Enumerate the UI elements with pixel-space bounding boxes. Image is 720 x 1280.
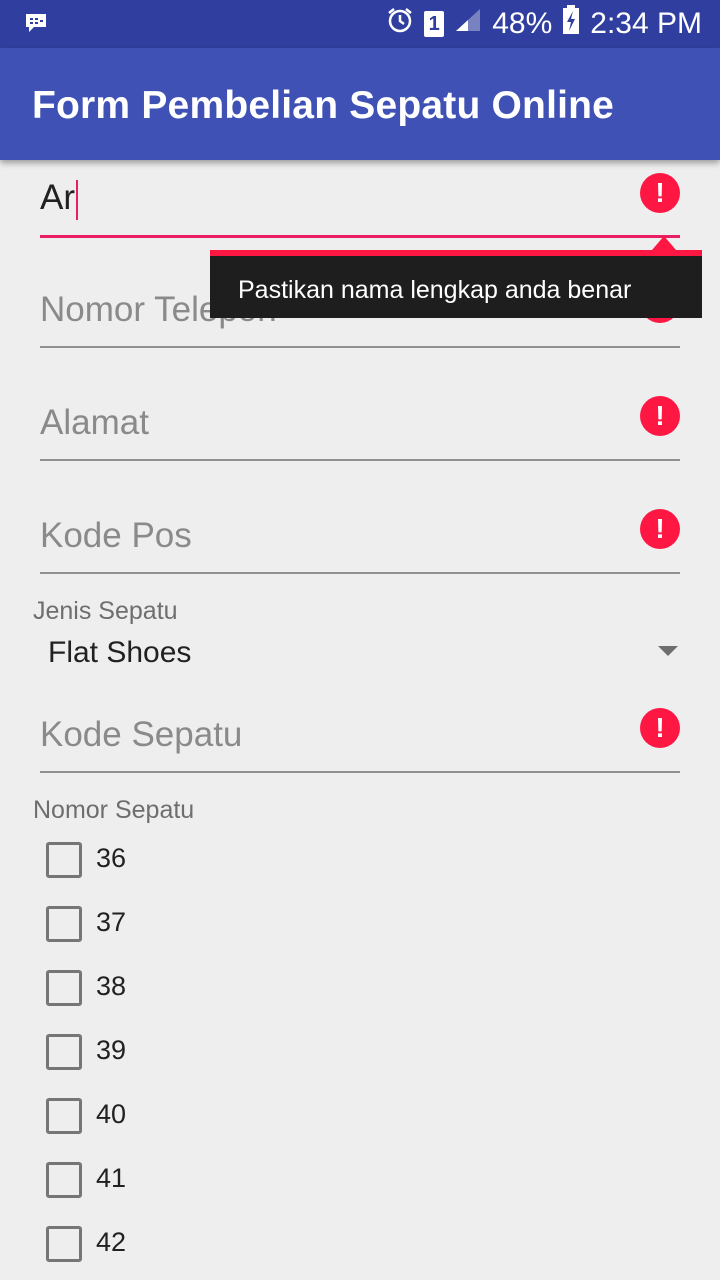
error-icon[interactable]: !	[640, 396, 680, 436]
name-field[interactable]: Ar !	[40, 168, 680, 238]
field-underline	[40, 771, 680, 773]
shoe-type-label: Jenis Sepatu	[33, 597, 178, 625]
address-field[interactable]: Alamat !	[40, 391, 680, 461]
alarm-icon	[386, 6, 414, 42]
postal-code-field[interactable]: Kode Pos !	[40, 504, 680, 574]
shoe-type-selected[interactable]: Flat Shoes	[48, 636, 191, 670]
field-underline	[40, 459, 680, 461]
checkbox-label[interactable]: 39	[96, 1035, 126, 1066]
shoe-size-checkbox[interactable]: 41	[46, 1158, 346, 1202]
checkbox[interactable]	[46, 970, 82, 1006]
shoe-code-field[interactable]: Kode Sepatu !	[40, 703, 680, 773]
status-bar: 1 48% 2:34 PM	[0, 0, 720, 48]
field-underline	[40, 346, 680, 348]
field-underline	[40, 572, 680, 574]
shoe-size-checkbox[interactable]: 39	[46, 1030, 346, 1074]
shoe-size-checkbox[interactable]: 40	[46, 1094, 346, 1138]
checkbox[interactable]	[46, 906, 82, 942]
dropdown-arrow-icon[interactable]	[658, 646, 678, 656]
shoe-size-checkbox[interactable]: 36	[46, 838, 346, 882]
checkbox-label[interactable]: 42	[96, 1227, 126, 1258]
checkbox[interactable]	[46, 1034, 82, 1070]
checkbox-label[interactable]: 36	[96, 843, 126, 874]
checkbox-label[interactable]: 38	[96, 971, 126, 1002]
shoe-type-spinner[interactable]: Flat Shoes	[32, 630, 688, 680]
error-icon[interactable]: !	[640, 173, 680, 213]
sim-indicator: 1	[424, 11, 445, 37]
checkbox[interactable]	[46, 1226, 82, 1262]
app-bar: Form Pembelian Sepatu Online	[0, 48, 720, 160]
name-field-value[interactable]: Ar	[40, 178, 78, 220]
checkbox-label[interactable]: 40	[96, 1099, 126, 1130]
shoe-size-checkbox[interactable]: 37	[46, 902, 346, 946]
error-icon[interactable]: !	[640, 708, 680, 748]
checkbox-label[interactable]: 37	[96, 907, 126, 938]
clock: 2:34 PM	[590, 7, 702, 40]
battery-percent: 48%	[492, 7, 553, 40]
address-field-placeholder: Alamat	[40, 403, 149, 442]
field-underline	[40, 235, 680, 238]
checkbox[interactable]	[46, 842, 82, 878]
battery-charging-icon	[562, 5, 580, 43]
bbm-icon	[24, 12, 48, 34]
shoe-code-field-placeholder: Kode Sepatu	[40, 715, 243, 754]
checkbox[interactable]	[46, 1162, 82, 1198]
shoe-size-checkbox[interactable]: 38	[46, 966, 346, 1010]
popup-arrow	[652, 236, 676, 250]
postal-code-field-placeholder: Kode Pos	[40, 516, 192, 555]
page-title: Form Pembelian Sepatu Online	[32, 84, 615, 127]
shoe-size-label: Nomor Sepatu	[33, 796, 195, 824]
checkbox-label[interactable]: 41	[96, 1163, 126, 1194]
signal-icon	[454, 7, 482, 41]
shoe-size-checkbox[interactable]: 42	[46, 1222, 346, 1266]
error-popup-text: Pastikan nama lengkap anda benar	[238, 276, 632, 304]
error-icon[interactable]: !	[640, 509, 680, 549]
error-popup: Pastikan nama lengkap anda benar	[210, 250, 702, 318]
checkbox[interactable]	[46, 1098, 82, 1134]
text-cursor	[76, 179, 78, 220]
